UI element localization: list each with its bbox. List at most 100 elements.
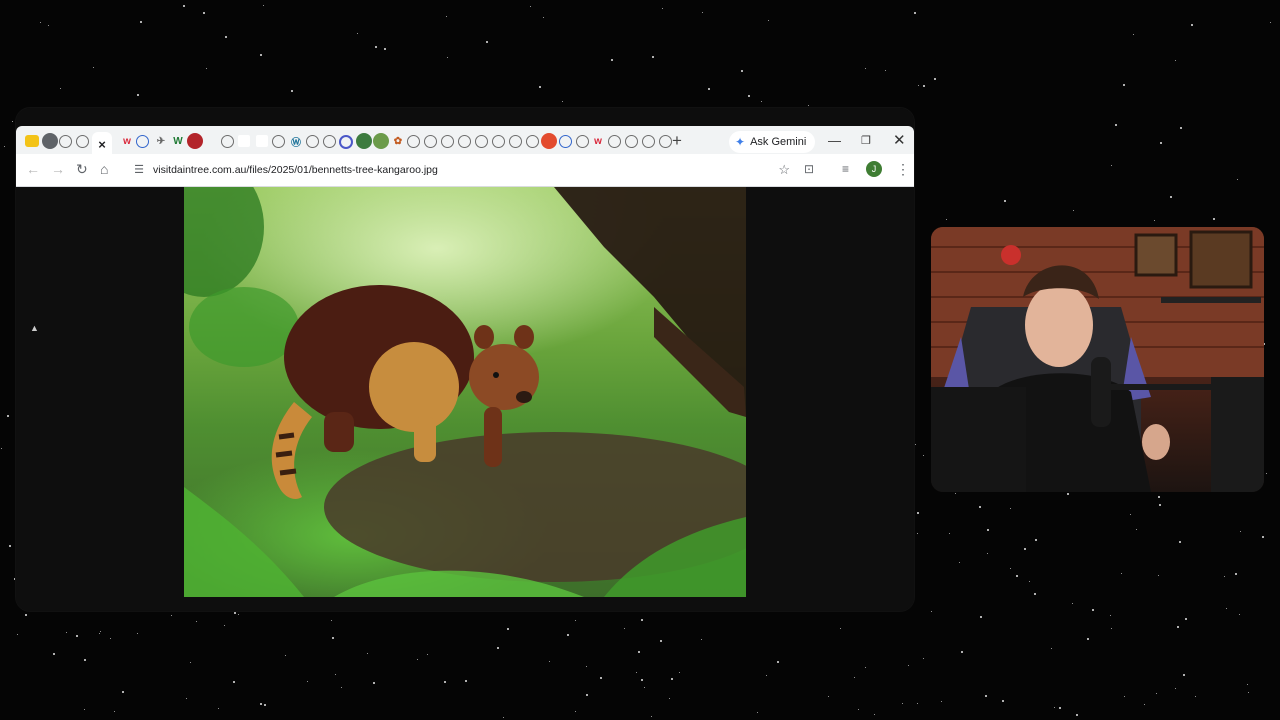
tab-globe-icon[interactable] (492, 135, 505, 148)
tab-globe-icon[interactable] (659, 135, 672, 148)
star-dot (170, 614, 172, 616)
tune-icon[interactable]: ☰ (130, 163, 148, 176)
star-dot (1029, 581, 1031, 583)
star-dot (1009, 508, 1011, 510)
tab-globe-icon[interactable] (272, 135, 285, 148)
tab-globe-icon[interactable] (559, 135, 572, 148)
tab-globe-icon[interactable] (136, 135, 149, 148)
star-dot (1247, 691, 1249, 693)
tab-globe-icon[interactable] (221, 135, 234, 148)
tab-favicon-red[interactable] (541, 133, 557, 149)
tab-globe-icon[interactable] (424, 135, 437, 148)
star-dot (1009, 567, 1011, 569)
tab-globe-icon[interactable] (608, 135, 621, 148)
star-dot (485, 40, 488, 43)
star-dot (1170, 196, 1173, 199)
address-bar[interactable]: ☰ visitdaintree.com.au/files/2025/01/ben… (124, 157, 792, 182)
star-dot (915, 444, 917, 446)
star-dot (917, 85, 919, 87)
star-dot (375, 46, 378, 49)
close-tab-icon[interactable]: × (98, 137, 106, 152)
star-dot (1153, 219, 1155, 221)
star-dot (1004, 200, 1007, 203)
tab-favicon-plane[interactable]: ✈ (153, 133, 169, 149)
tab-favicon-w[interactable]: W (170, 133, 186, 149)
kebab-menu-icon[interactable]: ⋮ (896, 161, 910, 178)
star-dot (9, 544, 11, 547)
star-dot (307, 681, 309, 683)
restore-icon[interactable]: ❐ (861, 134, 871, 147)
star-dot (497, 647, 500, 650)
tab-favicon-green[interactable] (373, 133, 389, 149)
forward-arrow-icon[interactable]: → (51, 161, 65, 177)
tab-globe-icon[interactable] (526, 135, 539, 148)
star-dot (1238, 613, 1240, 615)
star-dot (260, 702, 263, 705)
star-dot (916, 533, 918, 535)
star-dot (1234, 573, 1237, 576)
star-dot (707, 88, 710, 91)
minimize-icon[interactable]: — (828, 133, 841, 148)
tab-favicon-w[interactable]: w (590, 133, 606, 149)
profile-avatar[interactable]: J (866, 161, 882, 177)
star-dot (186, 698, 188, 700)
tab-blank-icon[interactable] (256, 135, 268, 147)
tab-favicon-2[interactable] (42, 133, 58, 149)
tab-globe-icon[interactable] (642, 135, 655, 148)
new-tab-button[interactable]: + (672, 131, 682, 151)
tab-globe-icon[interactable] (458, 135, 471, 148)
star-dot (643, 687, 645, 689)
tab-globe-icon[interactable] (76, 135, 89, 148)
tab-favicon-red[interactable] (187, 133, 203, 149)
tab-globe-icon[interactable] (625, 135, 638, 148)
tab-globe-icon[interactable] (407, 135, 420, 148)
ask-gemini-button[interactable]: ✦ Ask Gemini (729, 131, 816, 153)
star-dot (83, 709, 85, 711)
reading-list-icon[interactable]: ≡ (842, 162, 849, 176)
star-dot (741, 70, 744, 73)
search-lens-icon[interactable]: ⊡ (804, 162, 814, 176)
star-dot (574, 710, 576, 712)
star-dot (1016, 575, 1019, 578)
star-dot (1224, 575, 1226, 577)
star-dot (182, 5, 185, 8)
star-dot (446, 16, 448, 18)
tab-globe-icon[interactable] (306, 135, 319, 148)
reload-icon[interactable]: ↻ (76, 161, 88, 178)
tab-favicon-ring[interactable] (339, 135, 353, 149)
star-icon[interactable]: ☆ (778, 162, 790, 178)
tab-active[interactable]: × (92, 132, 112, 156)
tab-globe-icon[interactable] (441, 135, 454, 148)
star-dot (561, 101, 563, 103)
tab-globe-icon[interactable] (59, 135, 72, 148)
back-arrow-icon[interactable]: ← (26, 161, 40, 177)
home-icon[interactable]: ⌂ (100, 161, 108, 177)
tab-favicon-w[interactable]: w (119, 133, 135, 149)
browser-toolbar: ← → ↻ ⌂ ☰ visitdaintree.com.au/files/202… (16, 154, 914, 187)
url-text[interactable]: visitdaintree.com.au/files/2025/01/benne… (153, 164, 438, 176)
star-dot (1213, 217, 1216, 220)
star-dot (464, 680, 467, 683)
tab-wordpress-icon[interactable]: Ⓦ (288, 133, 304, 149)
tab-favicon-1[interactable] (25, 135, 39, 147)
tab-globe-icon[interactable] (576, 135, 589, 148)
browser-window: × w ✈ W Ⓦ ✿ w + ✦ Ask Gemini — ❐ ✕ ← → ↻… (16, 108, 914, 611)
tree-kangaroo-image[interactable] (184, 187, 746, 597)
star-dot (1073, 209, 1075, 211)
star-dot (1124, 695, 1126, 697)
tab-globe-icon[interactable] (509, 135, 522, 148)
star-dot (110, 637, 112, 639)
star-dot (1135, 528, 1137, 530)
tab-favicon-flower[interactable]: ✿ (390, 133, 406, 149)
tab-blank-icon[interactable] (238, 135, 250, 147)
star-dot (986, 528, 989, 531)
star-dot (291, 89, 294, 92)
tab-globe-icon[interactable] (323, 135, 336, 148)
star-dot (217, 707, 219, 709)
star-dot (529, 6, 531, 8)
close-window-icon[interactable]: ✕ (893, 131, 906, 149)
star-dot (1111, 165, 1113, 167)
tab-favicon-green[interactable] (356, 133, 372, 149)
star-dot (979, 616, 982, 619)
tab-globe-icon[interactable] (475, 135, 488, 148)
